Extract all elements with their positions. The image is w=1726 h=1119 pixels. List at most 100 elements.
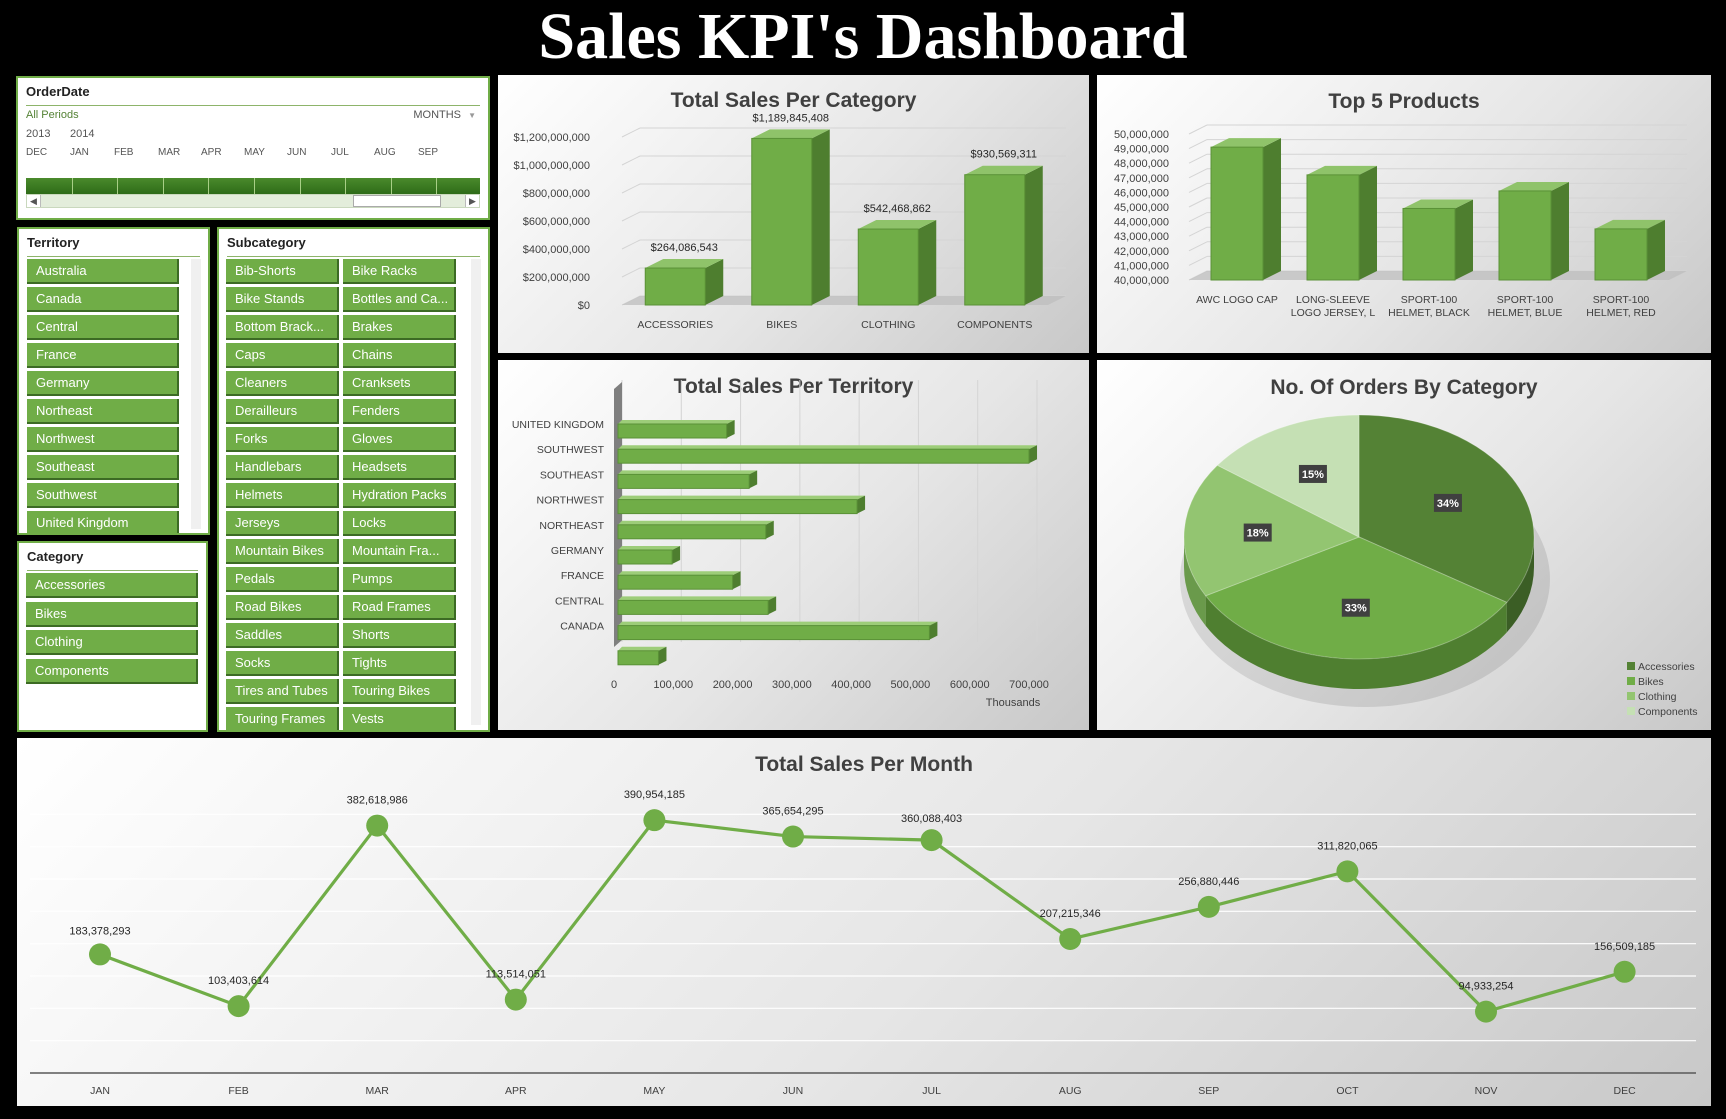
subcategory-slicer[interactable]: Subcategory Bib-Shorts Bike Racks Bike Sta… [217, 227, 490, 732]
sales-per-territory-panel: Total Sales Per Territory 0 100,000 200,00… [498, 360, 1089, 730]
sales-per-territory-bar-front [617, 524, 767, 540]
sales-per-territory-x-tick: 500,000 [891, 679, 931, 691]
subcategory-item-mountain-bikes[interactable]: Mountain Bikes [226, 539, 339, 564]
subcategory-item-forks[interactable]: Forks [226, 427, 339, 452]
scroll-thumb[interactable] [353, 195, 441, 207]
category-item-accessories[interactable]: Accessories [26, 573, 198, 598]
subcategory-item-label: Road Frames [352, 599, 431, 614]
subcategory-item-fenders[interactable]: Fenders [343, 399, 456, 424]
subcategory-item-handlebars[interactable]: Handlebars [226, 455, 339, 480]
subcategory-item-road-frames[interactable]: Road Frames [343, 595, 456, 620]
territory-item-canada[interactable]: Canada [27, 287, 179, 312]
subcategory-item-shorts[interactable]: Shorts [343, 623, 456, 648]
subcategory-item-socks[interactable]: Socks [226, 651, 339, 676]
top-5-products-bar-front [1306, 174, 1360, 281]
territory-slicer[interactable]: Territory Australia Canada Central France Ge… [17, 227, 210, 535]
territory-item-northwest[interactable]: Northwest [27, 427, 179, 452]
timeline-year-label[interactable]: 2014 [70, 128, 94, 140]
territory-item-southwest[interactable]: Southwest [27, 483, 179, 508]
territory-scrollbar[interactable] [191, 259, 201, 529]
subcategory-item-tights[interactable]: Tights [343, 651, 456, 676]
category-slicer[interactable]: Category Accessories Bikes Clothing Compone… [17, 541, 208, 732]
subcategory-item-mountain-fra[interactable]: Mountain Fra... [343, 539, 456, 564]
timeline-year-label[interactable]: 2013 [26, 128, 50, 140]
subcategory-item-chains[interactable]: Chains [343, 343, 456, 368]
subcategory-scrollbar[interactable] [471, 259, 481, 725]
timeline-month-label[interactable]: SEP [418, 147, 438, 158]
territory-item-label: Australia [36, 263, 87, 278]
sales-per-category-bar [751, 129, 830, 306]
category-item-components[interactable]: Components [26, 658, 198, 684]
subcategory-item-derailleurs[interactable]: Derailleurs [226, 399, 339, 424]
subcategory-item-label: Caps [235, 347, 266, 362]
subcategory-item-brakes[interactable]: Brakes [343, 315, 456, 340]
subcategory-item-caps[interactable]: Caps [226, 343, 339, 368]
top-5-products-gridline [1188, 226, 1208, 237]
subcategory-item-headsets[interactable]: Headsets [343, 455, 456, 480]
top-5-products-gridline [1188, 139, 1208, 150]
subcategory-item-bike-stands[interactable]: Bike Stands [226, 287, 339, 312]
timeline-range-bar[interactable] [26, 178, 480, 194]
timeline-month-label[interactable]: APR [201, 147, 222, 158]
timeline-month-label[interactable]: DEC [26, 147, 47, 158]
sales-per-territory-chart: 0 100,000 200,000 300,000 400,000 500,000 600,… [512, 380, 1049, 709]
sales-per-month-point [1613, 960, 1636, 983]
territory-item-central[interactable]: Central [27, 315, 179, 340]
timeline-scrollbar[interactable]: ◀ ▶ [26, 194, 480, 208]
subcategory-item-touring-frames[interactable]: Touring Frames [226, 707, 339, 730]
timeline-month-label[interactable]: JUN [287, 147, 306, 158]
subcategory-item-cranksets[interactable]: Cranksets [343, 371, 456, 396]
timeline-month-label[interactable]: MAR [158, 147, 180, 158]
subcategory-item-bottom-brack[interactable]: Bottom Brack... [226, 315, 339, 340]
scroll-left-icon[interactable]: ◀ [27, 195, 41, 207]
category-item-bikes[interactable]: Bikes [26, 601, 198, 627]
timeline-month-label[interactable]: JAN [70, 147, 89, 158]
sales-per-territory-bar [617, 546, 681, 565]
top-5-products-y-tick: 43,000,000 [1114, 231, 1169, 243]
sales-per-territory-x-tick: 400,000 [831, 679, 871, 691]
territory-item-southeast[interactable]: Southeast [27, 455, 179, 480]
territory-item-united-kingdom[interactable]: United Kingdom [27, 511, 179, 533]
subcategory-item-pedals[interactable]: Pedals [226, 567, 339, 592]
subcategory-item-pumps[interactable]: Pumps [343, 567, 456, 592]
subcategory-item-touring-bikes[interactable]: Touring Bikes [343, 679, 456, 704]
timeline-month-label[interactable]: MAY [244, 147, 265, 158]
category-item-label: Clothing [35, 634, 83, 649]
subcategory-item-bottles-and-ca[interactable]: Bottles and Ca... [343, 287, 456, 312]
category-item-label: Components [35, 662, 109, 678]
subcategory-item-bike-racks[interactable]: Bike Racks [343, 259, 456, 284]
subcategory-item-road-bikes[interactable]: Road Bikes [226, 595, 339, 620]
timeline-unit-selector[interactable]: MONTHS ▼ [413, 109, 476, 121]
territory-item-france[interactable]: France [27, 343, 179, 368]
territory-item-germany[interactable]: Germany [27, 371, 179, 396]
territory-item-northeast[interactable]: Northeast [27, 399, 179, 424]
top-5-products-y-tick: 49,000,000 [1114, 144, 1169, 156]
subcategory-item-helmets[interactable]: Helmets [226, 483, 339, 508]
subcategory-item-cleaners[interactable]: Cleaners [226, 371, 339, 396]
subcategory-item-label: Tights [352, 655, 387, 670]
category-item-clothing[interactable]: Clothing [26, 630, 198, 655]
timeline-month-label[interactable]: JUL [331, 147, 349, 158]
territory-item-australia[interactable]: Australia [27, 259, 179, 284]
subcategory-item-hydration-packs[interactable]: Hydration Packs [343, 483, 456, 508]
subcategory-item-saddles[interactable]: Saddles [226, 623, 339, 648]
sales-per-month-x-tick: APR [505, 1085, 527, 1097]
timeline-periods-label[interactable]: All Periods [26, 109, 79, 121]
subcategory-item-label: Bottom Brack... [235, 319, 324, 334]
timeline-month-label[interactable]: AUG [374, 147, 396, 158]
territory-item-label: Southwest [36, 487, 97, 502]
subcategory-item-locks[interactable]: Locks [343, 511, 456, 536]
sales-per-month-point [1475, 1000, 1497, 1023]
subcategory-item-label: Pumps [352, 571, 393, 586]
sales-per-territory-bar-top [618, 571, 741, 576]
subcategory-item-jerseys[interactable]: Jerseys [226, 511, 339, 536]
subcategory-item-gloves[interactable]: Gloves [343, 427, 456, 452]
order-date-timeline[interactable]: OrderDate All Periods MONTHS ▼ 2013 2014 … [16, 76, 490, 220]
subcategory-item-bib-shorts[interactable]: Bib-Shorts [226, 259, 339, 284]
scroll-right-icon[interactable]: ▶ [465, 195, 479, 207]
orders-by-category-data-label: 34% [1437, 498, 1459, 510]
subcategory-item-vests[interactable]: Vests [343, 707, 456, 730]
sales-per-territory-bar-top [618, 445, 1037, 450]
timeline-month-label[interactable]: FEB [114, 147, 133, 158]
subcategory-item-tires-and-tubes[interactable]: Tires and Tubes [226, 679, 339, 704]
